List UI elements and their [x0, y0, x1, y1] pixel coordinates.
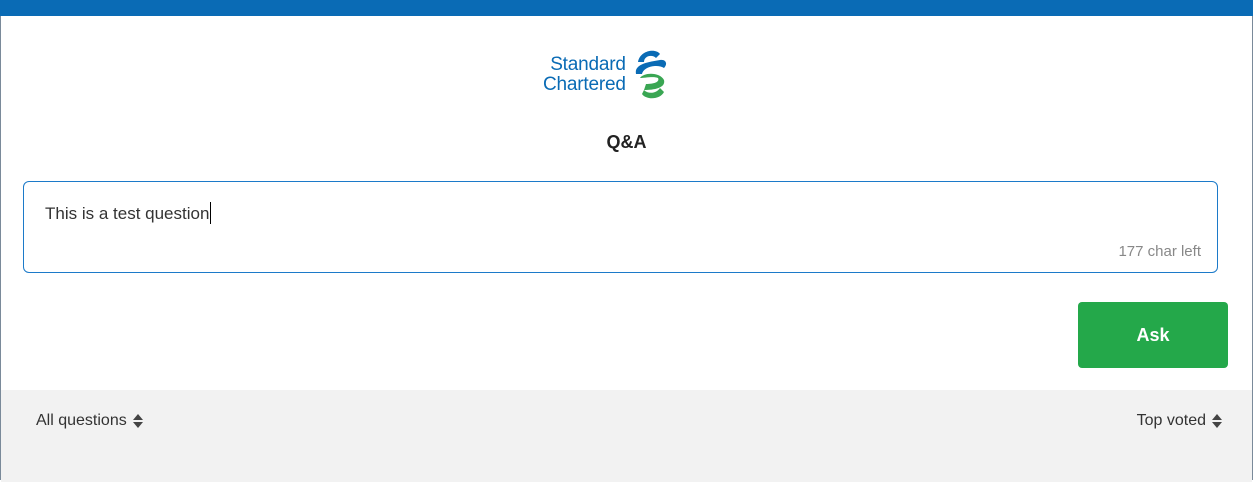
page-title: Q&A: [606, 132, 647, 152]
ask-button-label: Ask: [1136, 324, 1170, 345]
filter-bar: All questions Top voted: [1, 390, 1252, 482]
brand-wordmark: Standard Chartered: [543, 55, 626, 95]
ask-button[interactable]: Ask: [1078, 302, 1228, 368]
all-questions-filter[interactable]: All questions: [36, 412, 143, 430]
question-text: This is a test question: [45, 204, 210, 223]
question-input-value[interactable]: This is a test question: [45, 202, 212, 224]
top-voted-sort[interactable]: Top voted: [1137, 412, 1222, 430]
char-counter: 177 char left: [1118, 243, 1201, 260]
brand-line-2: Chartered: [543, 74, 626, 95]
brand-mark-icon: [635, 50, 666, 99]
top-accent-bar: [0, 0, 1253, 16]
text-caret: [210, 202, 212, 224]
top-voted-label: Top voted: [1136, 412, 1206, 429]
brand-logo: Standard Chartered: [543, 44, 703, 106]
sort-icon: [1212, 414, 1222, 428]
question-textarea[interactable]: This is a test question 177 char left: [23, 181, 1218, 273]
brand-line-1: Standard: [550, 54, 626, 75]
sort-icon: [132, 414, 143, 428]
all-questions-label: All questions: [36, 412, 127, 429]
